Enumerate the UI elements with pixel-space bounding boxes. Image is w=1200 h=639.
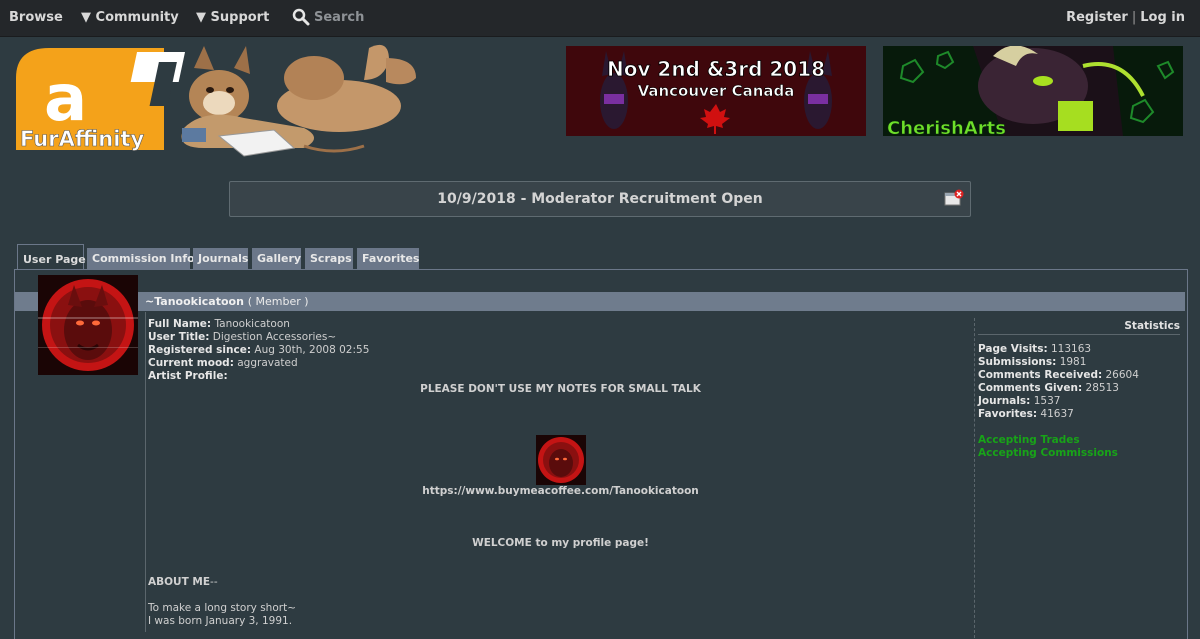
- tab-user-page[interactable]: User Page: [17, 244, 86, 269]
- tab-scraps[interactable]: Scraps: [305, 248, 353, 269]
- about-line-2: I was born January 3, 1991.: [148, 615, 293, 627]
- about-heading-suffix: --: [210, 576, 218, 588]
- site-logo[interactable]: a FurAffinity: [14, 38, 434, 160]
- about-heading: ABOUT ME--: [148, 576, 973, 588]
- nav-community-dropdown[interactable]: ▼ Community: [81, 10, 179, 25]
- stat-submissions: Submissions: 1981: [978, 356, 1087, 368]
- avatar[interactable]: [38, 275, 138, 375]
- stats-divider: [974, 318, 975, 638]
- info-user-title: User Title: Digestion Accessories~: [148, 331, 337, 343]
- svg-text:Vancouver Canada: Vancouver Canada: [638, 82, 795, 100]
- user-role: ( Member ): [247, 295, 309, 308]
- cherisharts-banner-graphic: CherishArts: [883, 46, 1183, 136]
- register-link[interactable]: Register: [1066, 10, 1128, 25]
- svg-text:a: a: [44, 62, 87, 136]
- about-line-1: To make a long story short~: [148, 602, 296, 614]
- banner-cherisharts[interactable]: CherishArts: [883, 46, 1183, 136]
- accepting-commissions: Accepting Commissions: [978, 447, 1118, 459]
- user-header-bar: ~Tanookicatoon ( Member ): [15, 292, 1185, 311]
- stat-comments-received: Comments Received: 26604: [978, 369, 1139, 381]
- info-full-name: Full Name: Tanookicatoon: [148, 318, 290, 330]
- search-icon: [292, 8, 310, 26]
- welcome-text: WELCOME to my profile page!: [472, 537, 649, 549]
- svg-text:FurAffinity: FurAffinity: [20, 127, 144, 151]
- username-line: ~Tanookicatoon ( Member ): [145, 292, 309, 311]
- tab-journals[interactable]: Journals: [193, 248, 248, 269]
- dismiss-notice-icon[interactable]: [944, 189, 964, 207]
- search-label: Search: [314, 9, 365, 25]
- stat-journals: Journals: 1537: [978, 395, 1061, 407]
- profile-info: Full Name: Tanookicatoon User Title: Dig…: [148, 318, 369, 383]
- banner-convention[interactable]: Nov 2nd &3rd 2018 Vancouver Canada: [566, 46, 866, 136]
- info-artist-profile: Artist Profile:: [148, 370, 228, 382]
- stat-page-visits: Page Visits: 113163: [978, 343, 1092, 355]
- stat-comments-given: Comments Given: 28513: [978, 382, 1119, 394]
- coffee-avatar-graphic: [536, 435, 586, 485]
- login-link[interactable]: Log in: [1140, 10, 1185, 25]
- accepting-trades: Accepting Trades: [978, 434, 1080, 446]
- convention-banner-graphic: Nov 2nd &3rd 2018 Vancouver Canada: [566, 46, 866, 136]
- logo-graphic: a FurAffinity: [16, 44, 416, 157]
- stat-favorites: Favorites: 41637: [978, 408, 1074, 420]
- coffee-avatar-image[interactable]: [536, 435, 586, 485]
- auth-separator: |: [1131, 10, 1137, 25]
- nav-browse[interactable]: Browse: [9, 10, 63, 25]
- tab-favorites[interactable]: Favorites: [357, 248, 419, 269]
- auth-links: Register | Log in: [1066, 10, 1185, 25]
- info-current-mood: Current mood: aggravated: [148, 357, 298, 369]
- tab-commission-info[interactable]: Commission Info: [87, 248, 195, 269]
- notice-text: 10/9/2018 - Moderator Recruitment Open: [437, 191, 763, 207]
- svg-text:CherishArts: CherishArts: [887, 118, 1006, 136]
- site-notice: 10/9/2018 - Moderator Recruitment Open: [229, 181, 971, 217]
- nav-support-dropdown[interactable]: ▼ Support: [196, 10, 269, 25]
- info-registered: Registered since: Aug 30th, 2008 02:55: [148, 344, 370, 356]
- about-heading-label: ABOUT ME: [148, 576, 211, 588]
- left-divider: [145, 312, 146, 632]
- statistics-panel: Statistics Page Visits: 113163 Submissio…: [978, 320, 1180, 460]
- coffee-link[interactable]: https://www.buymeacoffee.com/Tanookicato…: [148, 485, 973, 497]
- statistics-title: Statistics: [978, 320, 1180, 335]
- nav-search[interactable]: Search: [292, 8, 364, 26]
- notes-warning: PLEASE DON'T USE MY NOTES FOR SMALL TALK: [420, 383, 701, 395]
- top-nav: Browse ▼ Community ▼ Support Search Regi…: [0, 0, 1200, 37]
- username-link[interactable]: ~Tanookicatoon: [145, 295, 244, 308]
- svg-text:Nov 2nd &3rd 2018: Nov 2nd &3rd 2018: [607, 57, 825, 81]
- avatar-image: [38, 275, 138, 375]
- tab-gallery[interactable]: Gallery: [252, 248, 301, 269]
